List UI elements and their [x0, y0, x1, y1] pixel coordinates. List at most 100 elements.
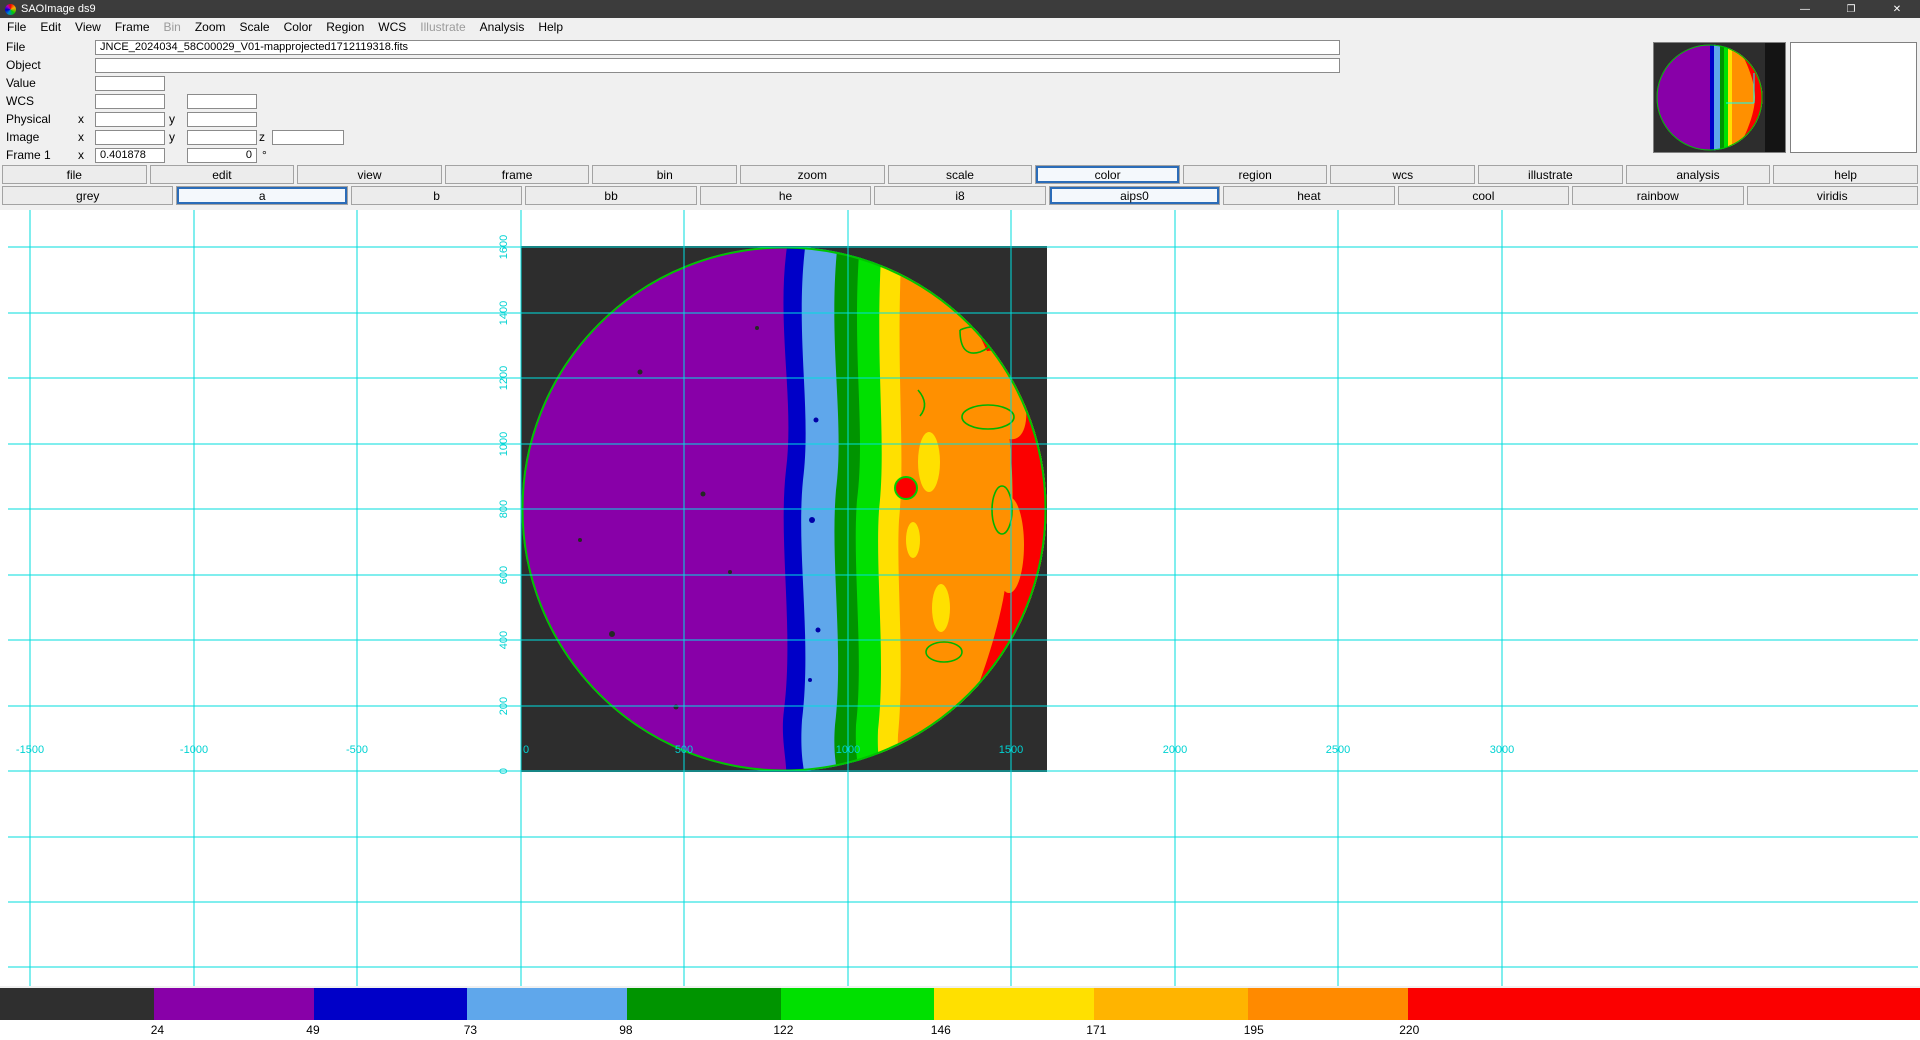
close-button[interactable]: ✕ — [1874, 0, 1920, 18]
menu-wcs[interactable]: WCS — [371, 20, 413, 34]
menu-region[interactable]: Region — [319, 20, 371, 34]
colorbar-segment[interactable] — [627, 988, 781, 1020]
physical-y-label: y — [165, 112, 187, 126]
toolbar-zoom-button[interactable]: zoom — [740, 165, 885, 184]
wcs-label: WCS — [0, 94, 75, 108]
colormap-he-button[interactable]: he — [700, 186, 871, 205]
toolbar-wcs-button[interactable]: wcs — [1330, 165, 1475, 184]
y-axis-label: 400 — [498, 631, 510, 649]
menu-edit[interactable]: Edit — [33, 20, 68, 34]
image-x-label: x — [75, 130, 95, 144]
file-input[interactable] — [95, 40, 1340, 55]
image-z-label: z — [257, 130, 272, 144]
toolbar-bin-button[interactable]: bin — [592, 165, 737, 184]
y-axis-label: 800 — [498, 500, 510, 518]
menu-color[interactable]: Color — [277, 20, 320, 34]
object-input[interactable] — [95, 58, 1340, 73]
minimize-button[interactable]: — — [1782, 0, 1828, 18]
frame-x-input[interactable] — [95, 148, 165, 163]
colorbar-segment[interactable] — [314, 988, 468, 1020]
wcs-delta-input[interactable] — [187, 94, 257, 109]
x-axis-label: 2000 — [1163, 744, 1187, 756]
image-y-label: y — [165, 130, 187, 144]
colorbar-segment[interactable] — [154, 988, 314, 1020]
colorbar-segment[interactable] — [1248, 988, 1408, 1020]
wcs-alpha-input[interactable] — [95, 94, 165, 109]
x-axis-label: 2500 — [1326, 744, 1350, 756]
colorbar[interactable] — [0, 988, 1920, 1020]
colormap-a-button[interactable]: a — [176, 186, 347, 205]
menu-bin: Bin — [157, 20, 188, 34]
maximize-button[interactable]: ❐ — [1828, 0, 1874, 18]
colormap-rainbow-button[interactable]: rainbow — [1572, 186, 1743, 205]
info-panel: File Object Value WCS Physical x y — [0, 36, 1920, 164]
colorbar-segment[interactable] — [0, 988, 154, 1020]
x-axis-label: 1500 — [999, 744, 1023, 756]
toolbar-help-button[interactable]: help — [1773, 165, 1918, 184]
magnifier[interactable] — [1790, 42, 1917, 153]
physical-x-input[interactable] — [95, 112, 165, 127]
value-input[interactable] — [95, 76, 165, 91]
toolbar-color-button[interactable]: color — [1035, 165, 1180, 184]
colorbar-segment[interactable] — [934, 988, 1094, 1020]
x-axis-label: 500 — [675, 744, 693, 756]
colormap-heat-button[interactable]: heat — [1223, 186, 1394, 205]
menu-scale[interactable]: Scale — [233, 20, 277, 34]
toolbar-frame-button[interactable]: frame — [445, 165, 590, 184]
toolbar-analysis-button[interactable]: analysis — [1626, 165, 1771, 184]
colormap-grey-button[interactable]: grey — [2, 186, 173, 205]
colormap-b-button[interactable]: b — [351, 186, 522, 205]
physical-y-input[interactable] — [187, 112, 257, 127]
menu-analysis[interactable]: Analysis — [473, 20, 532, 34]
y-axis-label: 1400 — [498, 301, 510, 325]
image-z-input[interactable] — [272, 130, 344, 145]
toolbar-view-button[interactable]: view — [297, 165, 442, 184]
primary-toolbar: file edit view frame bin zoom scale colo… — [0, 164, 1920, 185]
colormap-i8-button[interactable]: i8 — [874, 186, 1045, 205]
menu-help[interactable]: Help — [531, 20, 570, 34]
image-y-input[interactable] — [187, 130, 257, 145]
colormap-bb-button[interactable]: bb — [525, 186, 696, 205]
toolbar-edit-button[interactable]: edit — [150, 165, 295, 184]
toolbar-illustrate-button[interactable]: illustrate — [1478, 165, 1623, 184]
colorbar-segment[interactable] — [1094, 988, 1248, 1020]
app-icon — [5, 4, 16, 15]
image-viewer[interactable]: -1500 -1000 -500 0 500 1000 1500 2000 25… — [0, 210, 1920, 986]
panner[interactable] — [1653, 42, 1786, 153]
physical-label: Physical — [0, 112, 75, 126]
colorbar-tick: 98 — [619, 1023, 632, 1037]
colorbar-tick: 195 — [1244, 1023, 1264, 1037]
frame-y-input[interactable] — [187, 148, 257, 163]
image-x-input[interactable] — [95, 130, 165, 145]
colorbar-segment[interactable] — [467, 988, 627, 1020]
colormap-aips0-button[interactable]: aips0 — [1049, 186, 1220, 205]
value-label: Value — [0, 76, 75, 90]
title-bar: SAOImage ds9 — ❐ ✕ — [0, 0, 1920, 18]
y-axis-label: 1000 — [498, 432, 510, 456]
colormap-cool-button[interactable]: cool — [1398, 186, 1569, 205]
y-axis-labels: 1600 1400 1200 1000 800 600 400 200 0 — [498, 235, 510, 774]
menu-view[interactable]: View — [68, 20, 108, 34]
colorbar-segment[interactable] — [1408, 988, 1920, 1020]
colormap-viridis-button[interactable]: viridis — [1747, 186, 1918, 205]
y-axis-label: 1600 — [498, 235, 510, 259]
menu-file[interactable]: File — [0, 20, 33, 34]
window-title: SAOImage ds9 — [21, 3, 96, 15]
toolbar-region-button[interactable]: region — [1183, 165, 1328, 184]
frame-x-label: x — [75, 148, 95, 162]
physical-x-label: x — [75, 112, 95, 126]
y-axis-label: 0 — [498, 768, 510, 774]
colorbar-ticks: 24 49 73 98 122 146 171 195 220 — [0, 1020, 1920, 1040]
colorbar-tick: 146 — [931, 1023, 951, 1037]
panner-thumbnail — [1654, 43, 1785, 152]
menu-bar: File Edit View Frame Bin Zoom Scale Colo… — [0, 18, 1920, 36]
colorbar-tick: 122 — [773, 1023, 793, 1037]
toolbar-file-button[interactable]: file — [2, 165, 147, 184]
toolbar-scale-button[interactable]: scale — [888, 165, 1033, 184]
menu-frame[interactable]: Frame — [108, 20, 157, 34]
image-label: Image — [0, 130, 75, 144]
menu-zoom[interactable]: Zoom — [188, 20, 233, 34]
colorbar-tick: 171 — [1086, 1023, 1106, 1037]
colorbar-segment[interactable] — [781, 988, 935, 1020]
x-axis-label: -1000 — [180, 744, 208, 756]
